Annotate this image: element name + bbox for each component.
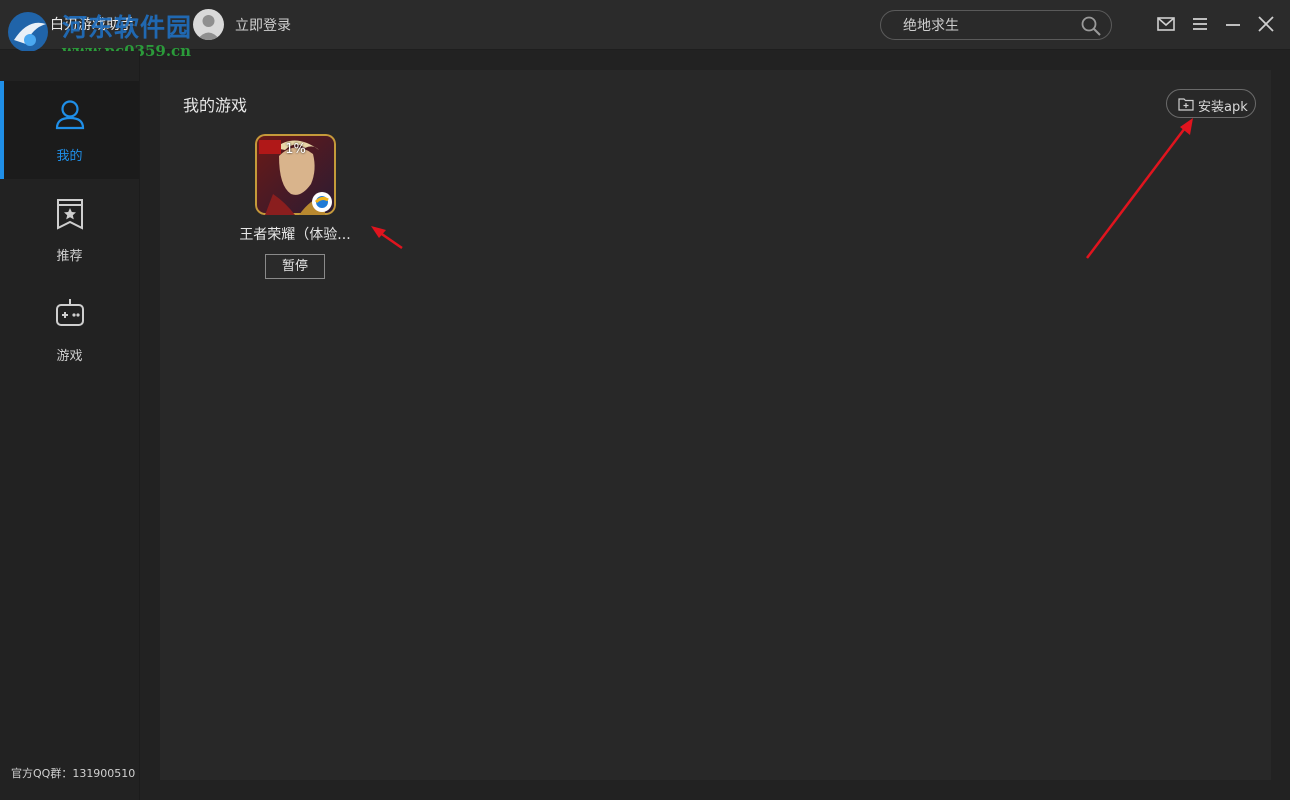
avatar[interactable] — [193, 9, 224, 40]
page-title: 我的游戏 — [183, 96, 248, 115]
watermark-title: 河东软件园 — [62, 13, 193, 42]
sidebar-item-label: 我的 — [56, 149, 83, 164]
sidebar-item-label: 游戏 — [56, 349, 83, 364]
qq-group-info: 官方QQ群：131900510 — [11, 767, 136, 780]
default-avatar-icon — [197, 15, 220, 40]
sidebar-item-label: 推荐 — [56, 249, 83, 264]
star-bookmark-icon — [56, 199, 83, 230]
gamepad-icon — [55, 299, 84, 326]
game-thumbnail[interactable]: 1% — [255, 134, 336, 215]
sidebar-item-mine[interactable]: 我的 — [0, 81, 139, 179]
main-panel: 我的游戏 安装apk 1% 王者荣耀（体验... 暂停 — [160, 70, 1271, 780]
folder-add-icon — [1178, 98, 1194, 111]
user-icon — [55, 100, 84, 130]
install-apk-button[interactable]: 安装apk — [1166, 89, 1256, 118]
search-input[interactable] — [903, 16, 1073, 34]
menu-icon[interactable] — [1190, 14, 1210, 34]
close-icon[interactable] — [1256, 14, 1276, 34]
sidebar-item-recommend[interactable]: 推荐 — [0, 181, 139, 279]
search-box[interactable] — [880, 10, 1112, 40]
minimize-icon[interactable] — [1223, 14, 1243, 34]
install-apk-label: 安装apk — [1198, 100, 1248, 115]
sidebar-item-games[interactable]: 游戏 — [0, 281, 139, 379]
download-progress: 1% — [285, 142, 306, 157]
search-icon[interactable] — [1080, 15, 1102, 37]
sidebar: 我的 推荐 游戏 官方QQ群：131900510 — [0, 51, 140, 800]
mail-icon[interactable] — [1156, 14, 1176, 34]
login-link[interactable]: 立即登录 — [235, 15, 291, 35]
game-name: 王者荣耀（体验... — [239, 227, 351, 243]
pause-button[interactable]: 暂停 — [265, 254, 325, 279]
title-bar: 白刃游戏助手 河东软件园 www.pc0359.cn 立即登录 — [0, 0, 1290, 60]
